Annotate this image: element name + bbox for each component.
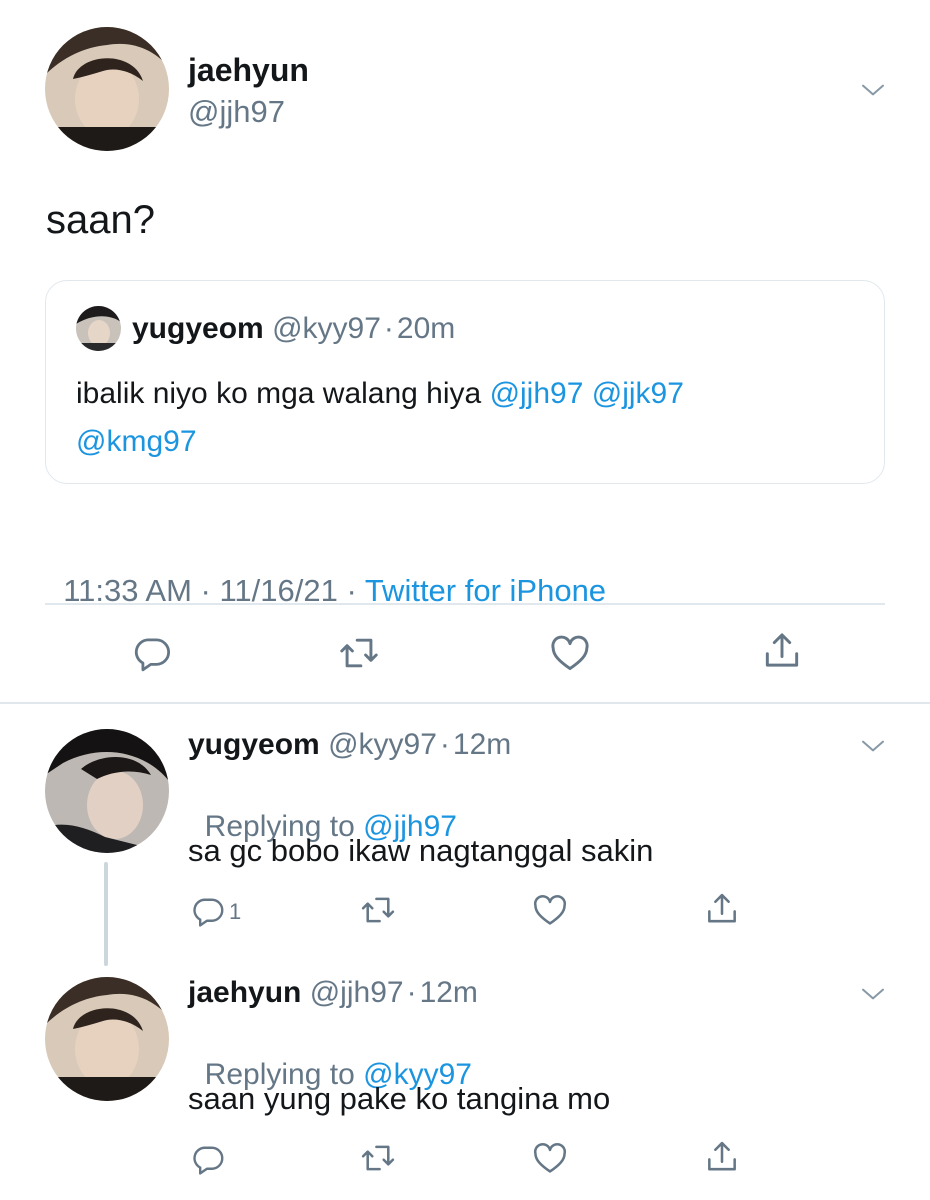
retweet-icon[interactable]	[359, 1139, 397, 1177]
share-icon[interactable]	[703, 890, 741, 928]
mention-link[interactable]: @jjh97	[490, 377, 584, 410]
reply-time: 12m	[452, 728, 512, 761]
quoted-text: ibalik niyo ko mga walang hiya @jjh97 @j…	[76, 370, 866, 466]
avatar	[76, 306, 121, 351]
retweet-icon[interactable]	[359, 891, 397, 929]
display-name[interactable]: jaehyun	[188, 52, 309, 89]
chevron-down-icon[interactable]	[858, 731, 888, 761]
share-icon[interactable]	[703, 1138, 741, 1176]
reply-time: 12m	[419, 976, 478, 1009]
thread-line	[104, 862, 108, 966]
handle[interactable]: @jjh97	[310, 976, 404, 1009]
handle[interactable]: @jjh97	[188, 94, 285, 130]
separator-dot: ·	[406, 976, 417, 1009]
divider	[0, 702, 930, 704]
share-icon[interactable]	[760, 629, 804, 673]
quoted-text-plain: ibalik niyo ko mga walang hiya	[76, 377, 490, 410]
handle[interactable]: @kyy97	[328, 728, 437, 761]
chevron-down-icon[interactable]	[858, 75, 888, 105]
mention-link[interactable]: @jjk97	[592, 377, 684, 410]
divider	[45, 603, 885, 605]
separator-dot: ·	[439, 728, 450, 761]
quoted-time: 20m	[396, 312, 456, 345]
chevron-down-icon[interactable]	[858, 979, 888, 1009]
display-name[interactable]: jaehyun	[188, 976, 301, 1009]
avatar[interactable]	[45, 27, 169, 151]
reply-icon[interactable]	[190, 1141, 226, 1177]
quoted-handle[interactable]: @kyy97	[272, 312, 381, 345]
like-icon[interactable]	[531, 891, 569, 929]
reply-icon[interactable]	[131, 632, 173, 674]
like-icon[interactable]	[548, 631, 592, 675]
reply-icon[interactable]	[190, 893, 226, 929]
display-name[interactable]: yugyeom	[188, 728, 320, 761]
tweet-text: saan?	[46, 198, 155, 242]
avatar[interactable]	[45, 729, 169, 853]
reply-count: 1	[229, 899, 242, 924]
retweet-icon[interactable]	[337, 631, 381, 675]
avatar[interactable]	[45, 977, 169, 1101]
separator-dot: ·	[383, 312, 394, 345]
mention-link[interactable]: @kmg97	[76, 425, 197, 458]
quoted-display-name[interactable]: yugyeom	[132, 312, 264, 345]
reply-text: sa gc bobo ikaw nagtanggal sakin	[188, 833, 654, 868]
reply-text: saan yung pake ko tangina mo	[188, 1081, 611, 1116]
like-icon[interactable]	[531, 1139, 569, 1177]
